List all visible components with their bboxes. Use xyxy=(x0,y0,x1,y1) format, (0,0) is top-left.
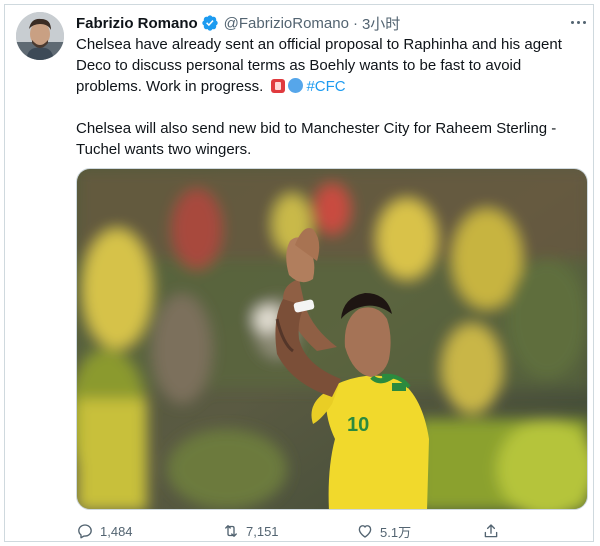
red-flag-emoji-icon xyxy=(271,79,286,93)
hashtag-link[interactable]: #CFC xyxy=(306,78,345,95)
like-icon xyxy=(358,525,372,538)
author-name[interactable]: Fabrizio Romano xyxy=(76,15,198,32)
blue-circle-emoji-icon xyxy=(288,78,304,93)
author-avatar[interactable] xyxy=(16,12,64,60)
reply-count: 1,484 xyxy=(100,523,133,539)
separator-dot: · xyxy=(352,14,358,32)
retweet-count: 7,151 xyxy=(246,523,279,539)
like-count: 5.1万 xyxy=(380,524,412,540)
retweet-button[interactable]: 7,151 xyxy=(222,520,279,542)
tweet-paragraph-1: Chelsea have already sent an official pr… xyxy=(76,34,586,97)
like-button[interactable]: 5.1万 xyxy=(356,520,411,542)
retweet-icon xyxy=(225,525,237,537)
jersey-number: 10 xyxy=(347,414,369,436)
author-handle[interactable]: @FabrizioRomano xyxy=(224,15,349,32)
more-icon[interactable] xyxy=(568,14,588,30)
share-icon xyxy=(484,524,498,538)
timestamp[interactable]: 3小时 xyxy=(362,13,400,34)
tweet-text: Chelsea have already sent an official pr… xyxy=(76,34,586,160)
share-button[interactable] xyxy=(482,520,500,542)
verified-badge-icon xyxy=(201,14,219,32)
tweet-actions: 1,484 7,151 5.1万 xyxy=(76,520,588,542)
reply-button[interactable]: 1,484 xyxy=(76,520,133,542)
tweet-paragraph-2: Chelsea will also send new bid to Manche… xyxy=(76,120,557,158)
reply-icon xyxy=(78,524,92,539)
tweet-media-photo[interactable]: 10 xyxy=(76,168,588,510)
tweet-header: Fabrizio Romano @FabrizioRomano · 3小时 xyxy=(76,12,560,34)
